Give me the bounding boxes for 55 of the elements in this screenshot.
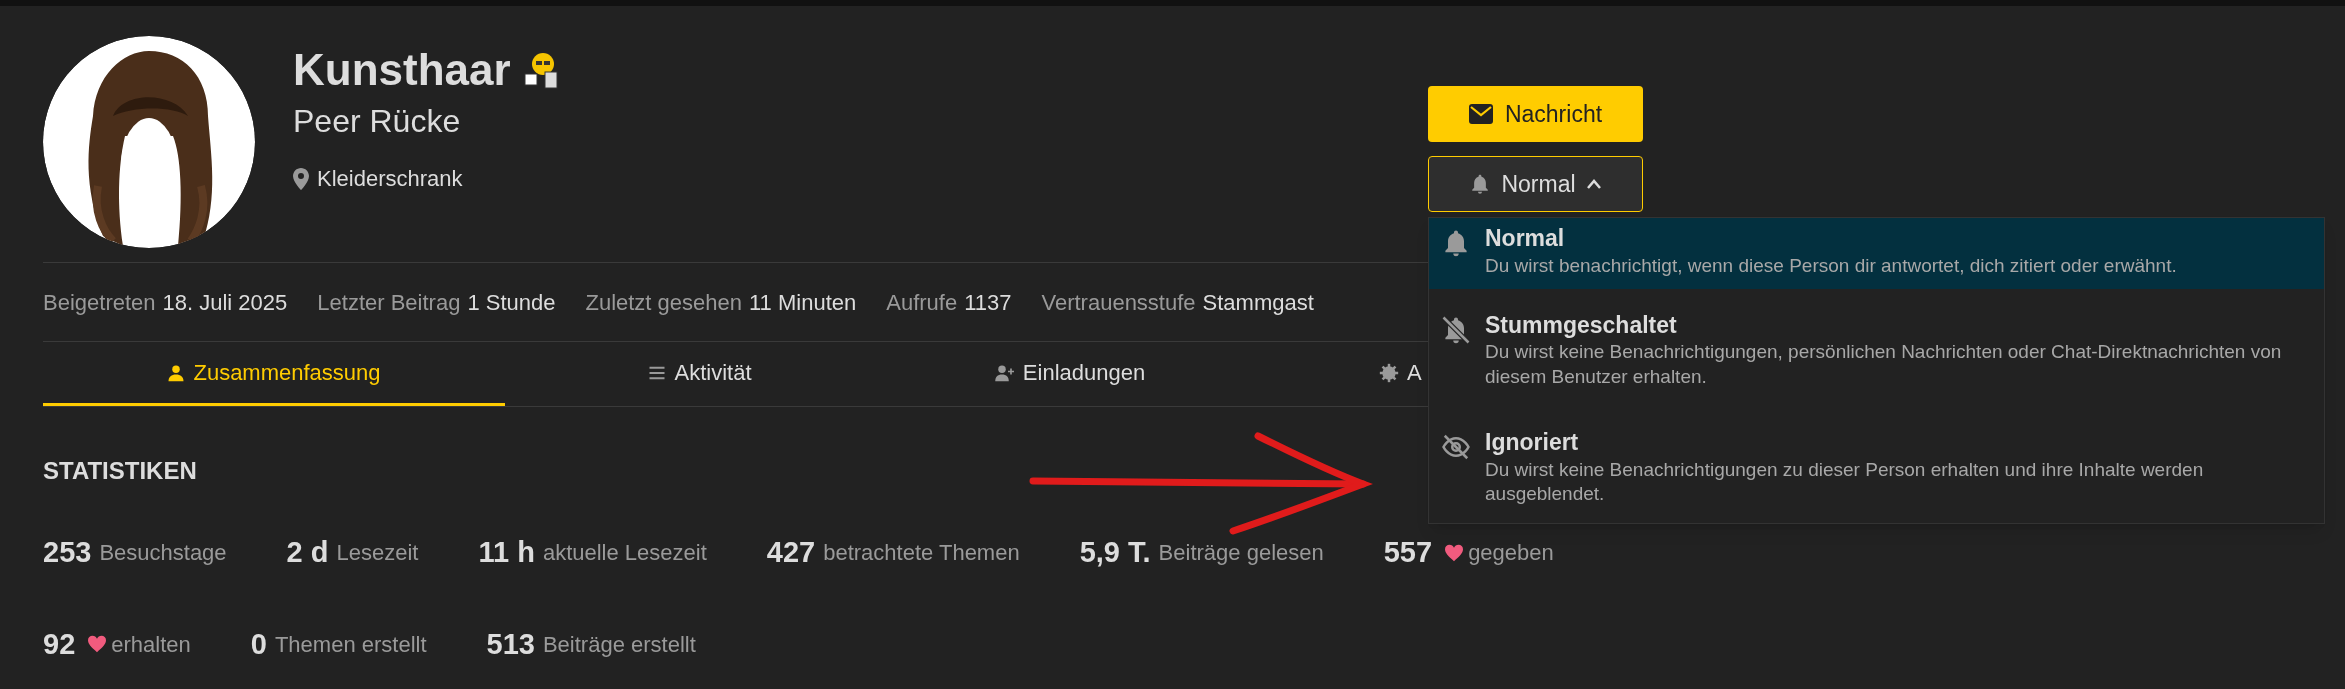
location: Kleiderschrank xyxy=(317,165,463,194)
tab[interactable]: A xyxy=(1245,342,1425,406)
stat-label: erhalten xyxy=(111,630,191,659)
heart-icon xyxy=(87,635,108,654)
stat-value: 427 xyxy=(766,535,816,570)
meta-label: Zuletzt gesehen xyxy=(585,288,742,317)
stat-label: Themen erstellt xyxy=(274,630,427,659)
heart-icon xyxy=(1444,543,1465,562)
stat-value: 513 xyxy=(486,626,535,662)
message-button[interactable]: Nachricht xyxy=(1428,86,1643,142)
full-name: Peer Rücke xyxy=(293,101,462,141)
menu-item-description: Du wirst keine Benachrichtigungen, persönlichen Nachrichten oder Chat-Direktnachrichten von diesem Benutzer erhalten. xyxy=(1485,340,2283,390)
user-icon xyxy=(167,363,186,382)
menu-item[interactable]: Stummgeschaltet Du wirst keine Benachrichtigungen, persönlichen Nachrichten oder Chat-Direktnachrichten von diesem Benutzer erhalten. xyxy=(1429,288,2324,406)
stat-label: Lesezeit xyxy=(336,539,419,568)
menu-item-title: Ignoriert xyxy=(1485,427,1580,457)
stat-value: 0 xyxy=(250,626,267,662)
stat-value: 2 d xyxy=(286,535,329,570)
menu-item[interactable]: Normal Du wirst benachrichtigt, wenn diese Person dir antwortet, dich zitiert oder erwähnt. xyxy=(1429,218,2324,289)
stat-label: aktuelle Lesezeit xyxy=(542,539,707,568)
caret-icon xyxy=(1585,178,1602,190)
stat-value: 557 xyxy=(1383,535,1433,570)
username: Kunsthaar xyxy=(293,44,511,96)
stat-label: betrachtete Themen xyxy=(823,539,1020,568)
notification-button[interactable]: Normal xyxy=(1428,156,1643,212)
meta-value: 11 Minuten xyxy=(749,288,857,317)
meta-label: Letzter Beitrag xyxy=(317,288,461,317)
menu-item-description: Du wirst keine Benachrichtigungen zu dieser Person erhalten und ihre Inhalte werden ausgeblendet. xyxy=(1485,457,2205,507)
location-pin-icon xyxy=(293,167,309,190)
menu-item-title: Normal xyxy=(1485,224,1566,253)
muted-bell-icon xyxy=(1441,314,1471,345)
meta-value: 1137 xyxy=(964,288,1012,317)
menu-item-description: Du wirst benachrichtigt, wenn diese Person dir antwortet, dich zitiert oder erwähnt. xyxy=(1485,253,2178,278)
meta-value: 18. Juli 2025 xyxy=(162,288,288,317)
stat-value: 253 xyxy=(43,535,92,570)
tab[interactable]: Aktivität xyxy=(505,342,895,406)
meta-label: Aufrufe xyxy=(886,288,958,317)
stat-value: 5,9 T. xyxy=(1079,535,1151,570)
user-plus-icon xyxy=(994,363,1015,382)
stat-label: gegeben xyxy=(1468,539,1554,568)
tab[interactable]: Einladungen xyxy=(895,342,1245,406)
stat-value: 11 h xyxy=(478,535,535,570)
menu-item-title: Stummgeschaltet xyxy=(1485,310,1678,340)
stat-value: 92 xyxy=(43,626,76,662)
envelope-icon xyxy=(1468,104,1493,124)
stat-label: Beiträge erstellt xyxy=(542,630,696,659)
stat-label: Beiträge gelesen xyxy=(1158,539,1324,568)
meta-label: Beigetreten xyxy=(43,288,156,317)
menu-item[interactable]: Ignoriert Du wirst keine Benachrichtigungen zu dieser Person erhalten und ihre Inhalte werden ausgeblendet. xyxy=(1429,405,2324,524)
stat-label: Besuchstage xyxy=(99,539,227,568)
meta-value: 1 Stunde xyxy=(467,288,556,317)
meta-label: Vertrauensstufe xyxy=(1041,288,1196,317)
meta-value: Stammgast xyxy=(1202,288,1314,317)
statistics-heading: STATISTIKEN xyxy=(43,456,197,486)
gear-icon xyxy=(1379,362,1399,383)
